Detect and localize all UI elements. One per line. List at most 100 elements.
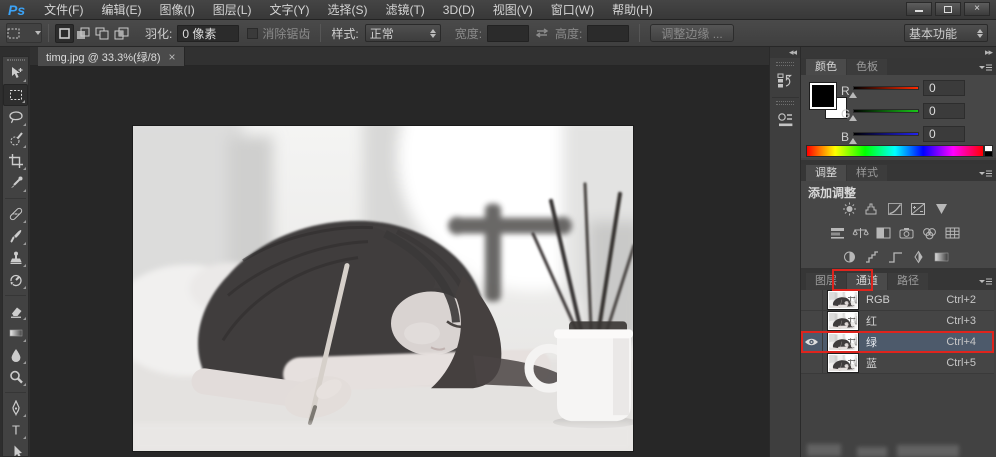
gradient-tool[interactable] <box>3 322 28 344</box>
red-slider-track[interactable] <box>853 86 919 90</box>
red-value-input[interactable]: 0 <box>923 80 965 96</box>
workspace-switcher[interactable]: 基本功能 <box>904 24 988 42</box>
exposure-icon[interactable] <box>908 201 928 216</box>
horizontal-type-tool[interactable]: T <box>3 419 28 441</box>
expand-dock-button[interactable]: ◂◂ <box>770 47 800 58</box>
menu-select[interactable]: 选择(S) <box>318 0 376 20</box>
foreground-color-swatch[interactable] <box>810 83 836 109</box>
threshold-icon[interactable] <box>885 249 905 264</box>
green-slider-handle[interactable] <box>849 115 857 121</box>
antialias-checkbox[interactable] <box>247 28 258 39</box>
rectangular-marquee-tool[interactable] <box>3 84 28 106</box>
eraser-tool[interactable] <box>3 300 28 322</box>
new-selection-mode-button[interactable] <box>55 24 74 43</box>
subtract-selection-mode-button[interactable] <box>93 24 112 43</box>
visibility-toggle[interactable] <box>801 290 823 311</box>
panel-menu-icon[interactable] <box>978 169 993 178</box>
collapse-dock-button[interactable]: ▸▸ <box>801 47 996 58</box>
move-tool[interactable] <box>3 62 28 84</box>
pen-tool[interactable] <box>3 397 28 419</box>
path-selection-tool[interactable] <box>3 441 28 457</box>
menu-filter[interactable]: 滤镜(T) <box>376 0 433 20</box>
close-button[interactable]: × <box>964 2 990 16</box>
color-balance-icon[interactable] <box>850 225 870 240</box>
red-slider-handle[interactable] <box>849 92 857 98</box>
crop-tool[interactable] <box>3 150 28 172</box>
eyedropper-tool[interactable] <box>3 172 28 194</box>
maximize-button[interactable] <box>935 2 961 16</box>
dodge-tool[interactable] <box>3 366 28 388</box>
history-brush-tool[interactable] <box>3 269 28 291</box>
feather-input[interactable]: 0 像素 <box>177 25 239 42</box>
tab-paths[interactable]: 路径 <box>888 273 928 290</box>
visibility-toggle[interactable] <box>801 311 823 332</box>
add-selection-mode-button[interactable] <box>74 24 93 43</box>
photo-filter-icon[interactable] <box>896 225 916 240</box>
vibrance-icon[interactable] <box>931 201 951 216</box>
tab-close-icon[interactable]: × <box>169 50 176 64</box>
blue-slider-track[interactable] <box>853 132 919 136</box>
gradient-map-icon[interactable] <box>931 249 951 264</box>
panel-menu-icon[interactable] <box>978 277 993 286</box>
clone-stamp-tool[interactable] <box>3 247 28 269</box>
visibility-toggle[interactable] <box>801 332 823 353</box>
channel-row-red[interactable]: 红 Ctrl+3 <box>801 311 994 332</box>
spot-healing-brush-tool[interactable] <box>3 203 28 225</box>
channel-row-green[interactable]: 绿 Ctrl+4 <box>801 332 994 353</box>
panel-grip[interactable] <box>776 62 794 66</box>
visibility-toggle[interactable] <box>801 353 823 374</box>
quick-selection-tool[interactable] <box>3 128 28 150</box>
tab-color[interactable]: 颜色 <box>806 59 846 76</box>
black-and-white-icon[interactable] <box>873 225 893 240</box>
channel-mixer-icon[interactable] <box>919 225 939 240</box>
blur-tool[interactable] <box>3 344 28 366</box>
menu-image[interactable]: 图像(I) <box>150 0 203 20</box>
green-slider-track[interactable] <box>853 109 919 113</box>
selective-color-icon[interactable] <box>908 249 928 264</box>
canvas-pasteboard[interactable] <box>30 66 769 457</box>
width-input[interactable] <box>487 25 529 42</box>
menu-window[interactable]: 窗口(W) <box>542 0 603 20</box>
black-quick-swatch[interactable] <box>984 151 993 157</box>
levels-icon[interactable] <box>862 201 882 216</box>
document-tab[interactable]: timg.jpg @ 33.3%(绿/8) × <box>38 47 185 66</box>
tab-swatches[interactable]: 色板 <box>847 59 887 76</box>
minimize-button[interactable] <box>906 2 932 16</box>
tool-preset-picker[interactable] <box>6 23 42 43</box>
menu-3d[interactable]: 3D(D) <box>434 0 484 20</box>
history-panel-button[interactable] <box>772 68 798 94</box>
color-lookup-icon[interactable] <box>942 225 962 240</box>
menu-help[interactable]: 帮助(H) <box>603 0 662 20</box>
brightness-contrast-icon[interactable] <box>839 201 859 216</box>
menu-layer[interactable]: 图层(L) <box>204 0 261 20</box>
channel-row-blue[interactable]: 蓝 Ctrl+5 <box>801 353 994 374</box>
menu-view[interactable]: 视图(V) <box>484 0 542 20</box>
blue-slider-handle[interactable] <box>849 138 857 144</box>
menu-file[interactable]: 文件(F) <box>35 0 92 20</box>
tab-channels[interactable]: 通道 <box>847 273 887 290</box>
invert-icon[interactable] <box>839 249 859 264</box>
swap-dimensions-icon[interactable] <box>535 27 549 39</box>
hue-saturation-icon[interactable] <box>827 225 847 240</box>
tab-styles[interactable]: 样式 <box>847 165 887 182</box>
lasso-tool[interactable] <box>3 106 28 128</box>
green-value-input[interactable]: 0 <box>923 103 965 119</box>
panel-grip[interactable] <box>7 59 25 61</box>
style-select[interactable]: 正常 <box>365 24 441 42</box>
height-input[interactable] <box>587 25 629 42</box>
curves-icon[interactable] <box>885 201 905 216</box>
brush-tool[interactable] <box>3 225 28 247</box>
menu-type[interactable]: 文字(Y) <box>260 0 318 20</box>
channel-row-rgb[interactable]: RGB Ctrl+2 <box>801 290 994 311</box>
tab-layers[interactable]: 图层 <box>806 273 846 290</box>
panel-menu-icon[interactable] <box>978 63 993 72</box>
posterize-icon[interactable] <box>862 249 882 264</box>
panel-grip[interactable] <box>776 101 794 105</box>
intersect-selection-mode-button[interactable] <box>112 24 131 43</box>
blue-value-input[interactable]: 0 <box>923 126 965 142</box>
tab-adjustments[interactable]: 调整 <box>806 165 846 182</box>
properties-panel-button[interactable] <box>772 107 798 133</box>
document-image[interactable] <box>133 126 633 451</box>
refine-edge-button[interactable]: 调整边缘 ... <box>650 24 733 42</box>
menu-edit[interactable]: 编辑(E) <box>92 0 150 20</box>
